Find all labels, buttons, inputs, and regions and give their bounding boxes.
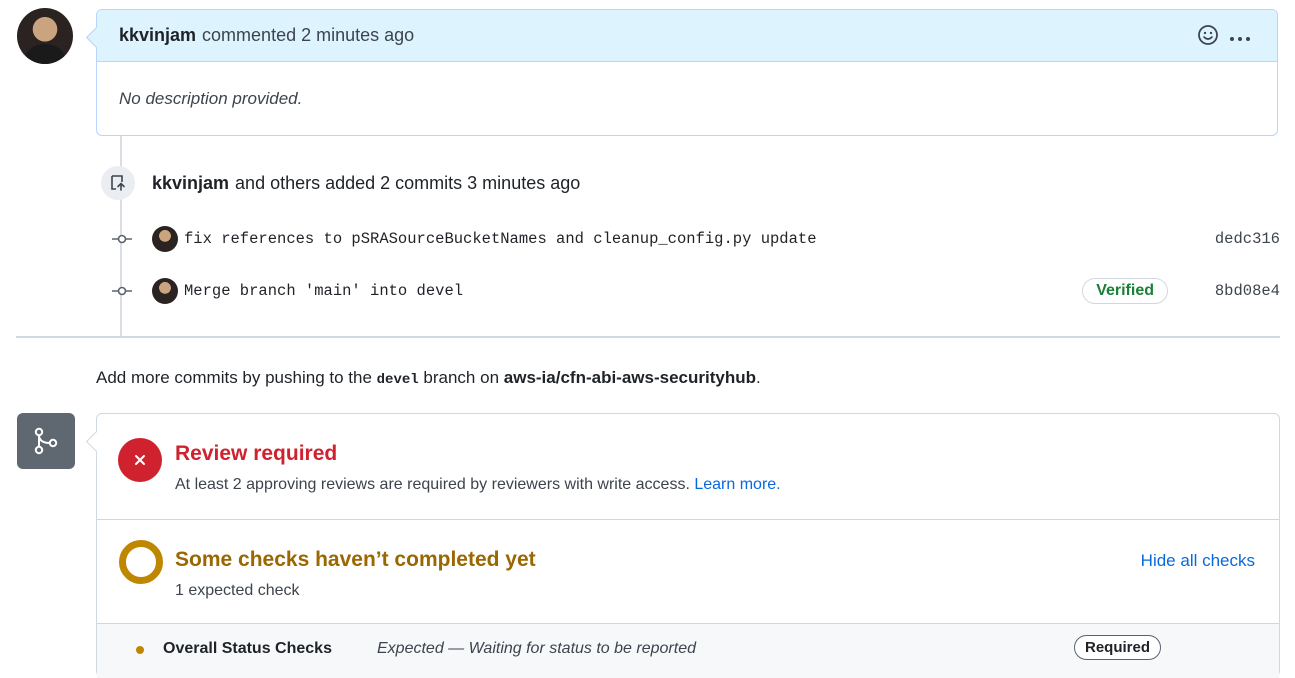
commits-header: kkvinjam and others added 2 commits 3 mi… xyxy=(101,166,580,200)
commit-sha[interactable]: 8bd08e4 xyxy=(1215,282,1280,300)
author-avatar[interactable] xyxy=(17,8,73,64)
merge-status-box: Review required At least 2 approving rev… xyxy=(96,413,1280,678)
check-name[interactable]: Overall Status Checks xyxy=(163,640,332,658)
commit-author-avatar[interactable] xyxy=(152,278,178,304)
git-merge-icon xyxy=(17,413,75,469)
commit-row: fix references to pSRASourceBucketNames … xyxy=(108,224,1280,254)
commit-author-avatar[interactable] xyxy=(152,226,178,252)
commits-author[interactable]: kkvinjam xyxy=(152,173,229,194)
git-commit-icon xyxy=(108,233,136,245)
branch-name: devel xyxy=(376,372,419,388)
commit-message[interactable]: fix references to pSRASourceBucketNames … xyxy=(184,230,817,248)
commit-row: Merge branch 'main' into devel Verified … xyxy=(108,276,1280,306)
smiley-icon[interactable] xyxy=(1197,24,1219,51)
check-row: Overall Status Checks Expected — Waiting… xyxy=(97,624,1279,678)
verified-badge[interactable]: Verified xyxy=(1082,278,1168,304)
checks-title: Some checks haven’t completed yet xyxy=(175,548,536,571)
commits-summary: and others added 2 commits 3 minutes ago xyxy=(235,172,581,193)
checks-section: Some checks haven’t completed yet 1 expe… xyxy=(97,520,1279,624)
comment-author[interactable]: kkvinjam xyxy=(119,25,196,46)
review-subtitle: At least 2 approving reviews are require… xyxy=(175,476,781,494)
review-subtitle-text: At least 2 approving reviews are require… xyxy=(175,476,690,493)
check-description: Expected — Waiting for status to be repo… xyxy=(377,640,696,657)
repo-name: aws-ia/cfn-abi-aws-securityhub xyxy=(503,368,756,387)
x-circle-icon xyxy=(118,438,162,482)
push-note: Add more commits by pushing to the devel… xyxy=(96,368,761,388)
commit-message[interactable]: Merge branch 'main' into devel xyxy=(184,282,463,300)
kebab-horizontal-icon[interactable] xyxy=(1229,27,1251,48)
review-title: Review required xyxy=(175,442,338,465)
repo-push-icon xyxy=(101,166,135,200)
git-commit-icon xyxy=(108,285,136,297)
commit-sha[interactable]: dedc316 xyxy=(1215,230,1280,248)
required-badge: Required xyxy=(1073,635,1161,660)
review-section: Review required At least 2 approving rev… xyxy=(97,414,1279,520)
push-note-middle: branch on xyxy=(423,368,500,387)
comment-header: kkvinjam commented 2 minutes ago xyxy=(97,10,1277,62)
checks-subtitle: 1 expected check xyxy=(175,582,300,599)
comment-body: No description provided. xyxy=(119,89,303,108)
pending-dot-icon xyxy=(136,646,144,654)
learn-more-link[interactable]: Learn more. xyxy=(694,476,780,493)
comment-box: kkvinjam commented 2 minutes ago No desc… xyxy=(96,9,1278,136)
pending-ring-icon xyxy=(119,540,163,584)
comment-timestamp[interactable]: commented 2 minutes ago xyxy=(202,25,414,46)
push-note-suffix: . xyxy=(756,368,761,387)
timeline-divider xyxy=(16,336,1280,338)
hide-all-checks-link[interactable]: Hide all checks xyxy=(1141,551,1255,571)
push-note-prefix: Add more commits by pushing to the xyxy=(96,368,372,387)
